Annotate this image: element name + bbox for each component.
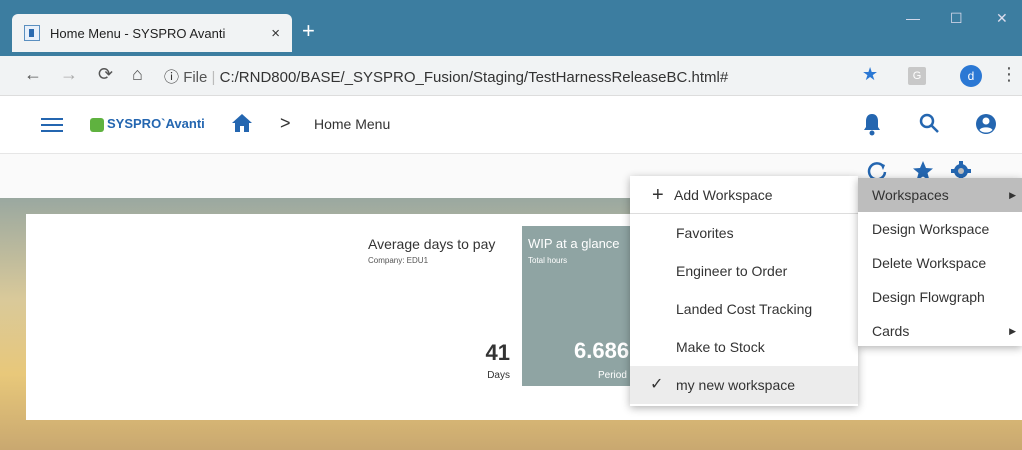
maximize-button[interactable]: ☐ — [950, 10, 963, 27]
menu-item-cards[interactable]: Cards ▶ — [858, 314, 1022, 348]
logo-text: SYSPRO`Avanti — [107, 116, 205, 131]
menu-item-design-workspace[interactable]: Design Workspace — [858, 212, 1022, 246]
add-workspace-label: Add Workspace — [674, 187, 773, 203]
hamburger-menu-icon[interactable] — [41, 118, 63, 132]
notification-bell-icon[interactable] — [862, 112, 882, 141]
browser-menu-icon[interactable]: ⋮ — [1000, 64, 1018, 85]
forward-arrow-icon[interactable]: → — [60, 64, 78, 85]
checkmark-icon: ✓ — [650, 376, 664, 393]
browser-tab[interactable]: Home Menu - SYSPRO Avanti × — [12, 14, 292, 52]
syspro-logo-icon — [90, 117, 104, 132]
home-icon[interactable] — [230, 111, 254, 140]
menu-item-label: Workspaces — [872, 187, 949, 203]
card-title: WIP at a glance — [528, 236, 620, 251]
minimize-button[interactable]: — — [906, 10, 920, 26]
card-subtitle: Total hours — [528, 256, 568, 265]
workspace-item-my-new-workspace[interactable]: ✓ my new workspace — [630, 366, 858, 404]
browser-titlebar: Home Menu - SYSPRO Avanti × + — ☐ ✕ — [0, 0, 1022, 56]
extension-icon[interactable]: G — [908, 67, 926, 85]
workspace-item-engineer-to-order[interactable]: Engineer to Order — [630, 252, 858, 290]
card-average-days-to-pay[interactable]: Average days to pay Company: EDU1 41 Day… — [350, 236, 518, 386]
syspro-logo[interactable]: SYSPRO`Avanti — [90, 116, 205, 132]
close-window-button[interactable]: ✕ — [996, 10, 1008, 27]
profile-avatar[interactable]: d — [960, 65, 982, 87]
card-subtitle: Company: EDU1 — [368, 256, 429, 265]
new-tab-button[interactable]: + — [302, 20, 315, 42]
workspaces-submenu: + Add Workspace Favorites Engineer to Or… — [630, 176, 858, 406]
breadcrumb-separator: > — [280, 113, 291, 133]
breadcrumb: Home Menu — [314, 116, 391, 132]
url-text: C:/RND800/BASE/_SYSPRO_Fusion/Staging/Te… — [219, 69, 729, 86]
submenu-arrow-icon: ▶ — [1009, 326, 1016, 336]
address-bar: ← → ⟳ ⌂ ⓘ File | C:/RND800/BASE/_SYSPRO_… — [0, 56, 1022, 96]
card-title: Average days to pay — [368, 236, 496, 252]
workspace-item-landed-cost-tracking[interactable]: Landed Cost Tracking — [630, 290, 858, 328]
card-unit: Period — [598, 370, 627, 381]
syspro-favicon-icon — [24, 25, 40, 41]
add-workspace-item[interactable]: + Add Workspace — [630, 176, 858, 214]
url-field[interactable]: ⓘ File | C:/RND800/BASE/_SYSPRO_Fusion/S… — [164, 66, 728, 87]
workspace-item-favorites[interactable]: Favorites — [630, 214, 858, 252]
bookmark-star-icon[interactable]: ★ — [862, 64, 878, 85]
plus-icon: + — [652, 184, 664, 206]
menu-item-delete-workspace[interactable]: Delete Workspace — [858, 246, 1022, 280]
submenu-arrow-icon: ▶ — [1009, 190, 1016, 200]
url-scheme: File — [183, 69, 208, 86]
card-value: 41 — [485, 340, 510, 365]
info-icon: ⓘ — [164, 69, 180, 86]
app-header: SYSPRO`Avanti > Home Menu — [0, 96, 1022, 154]
tab-title: Home Menu - SYSPRO Avanti — [50, 25, 226, 41]
menu-item-design-flowgraph[interactable]: Design Flowgraph — [858, 280, 1022, 314]
home-outline-icon[interactable]: ⌂ — [132, 64, 143, 85]
workspace-item-make-to-stock[interactable]: Make to Stock — [630, 328, 858, 366]
back-arrow-icon[interactable]: ← — [24, 64, 42, 85]
tab-close-icon[interactable]: × — [271, 25, 280, 42]
card-unit: Days — [487, 370, 510, 381]
card-wip-at-a-glance[interactable]: WIP at a glance Total hours 6.686 Period — [522, 226, 630, 386]
workspace-item-label: my new workspace — [676, 377, 796, 393]
search-icon[interactable] — [918, 112, 940, 139]
url-divider: | — [211, 69, 220, 86]
menu-item-workspaces[interactable]: Workspaces ▶ — [858, 178, 1022, 212]
reload-icon[interactable]: ⟳ — [98, 64, 113, 85]
settings-menu: Workspaces ▶ Design Workspace Delete Wor… — [858, 178, 1022, 346]
menu-item-label: Cards — [872, 323, 910, 339]
user-account-icon[interactable] — [974, 112, 998, 141]
card-value: 6.686 — [574, 338, 630, 363]
